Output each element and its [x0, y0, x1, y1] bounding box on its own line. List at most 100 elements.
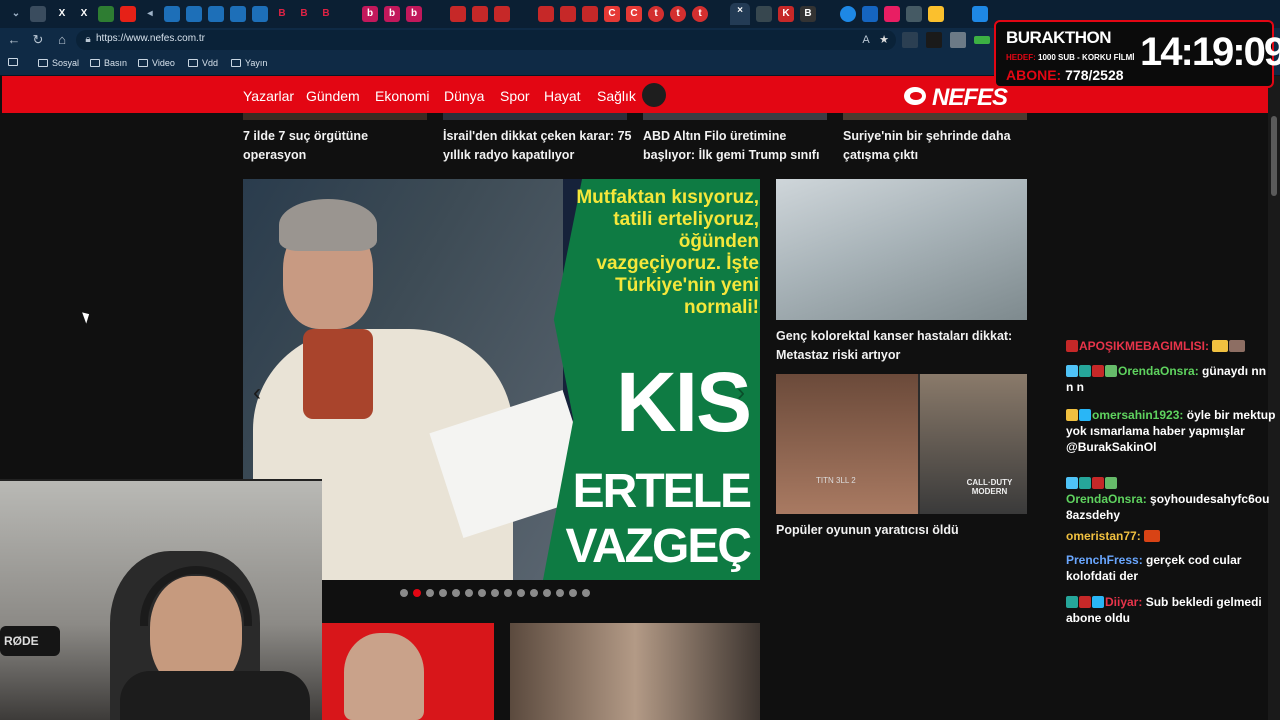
slider-dot[interactable] — [543, 589, 551, 597]
nav-ekonomi[interactable]: Ekonomi — [375, 88, 429, 104]
reading-list-icon[interactable] — [8, 58, 18, 66]
tab-favicon[interactable] — [560, 6, 576, 22]
tab-audio-icon[interactable]: ◂ — [142, 6, 158, 22]
tab-favicon[interactable] — [230, 6, 246, 22]
tab-favicon[interactable] — [450, 6, 466, 22]
headline-link[interactable]: İsrail'den dikkat çeken karar: 75 yıllık… — [443, 127, 633, 165]
tab-x-icon[interactable]: X — [54, 6, 70, 22]
news-card-title[interactable]: Popüler oyunun yaratıcısı öldü — [776, 521, 1021, 540]
tab-favicon[interactable] — [538, 6, 554, 22]
favorite-star-icon[interactable]: ★ — [876, 32, 892, 48]
slider-dot[interactable] — [465, 589, 473, 597]
slider-dot[interactable] — [569, 589, 577, 597]
extension-icon[interactable] — [950, 32, 966, 48]
slider-dot[interactable] — [530, 589, 538, 597]
headline-link[interactable]: Suriye'nin bir şehrinde daha çatışma çık… — [843, 127, 1023, 165]
slider-dot[interactable] — [413, 589, 421, 597]
bookmark-folder[interactable]: Yayın — [231, 58, 267, 68]
nav-spor[interactable]: Spor — [500, 88, 530, 104]
tab-favicon[interactable] — [884, 6, 900, 22]
slider-dot[interactable] — [439, 589, 447, 597]
tab-b-icon[interactable]: B — [296, 6, 312, 22]
tab-favicon[interactable] — [972, 6, 988, 22]
badge-icon — [1092, 596, 1104, 608]
slider-prev-icon[interactable]: ‹ — [253, 379, 261, 407]
tab-c-icon[interactable]: C — [626, 6, 642, 22]
tab-favicon[interactable] — [164, 6, 180, 22]
nav-gundem[interactable]: Gündem — [306, 88, 360, 104]
tab-favicon[interactable] — [208, 6, 224, 22]
home-icon[interactable]: ⌂ — [54, 32, 70, 48]
tab-b-icon[interactable]: b — [384, 6, 400, 22]
tab-favicon[interactable] — [30, 6, 46, 22]
read-aloud-icon[interactable]: A — [858, 32, 874, 48]
tab-favicon[interactable] — [472, 6, 488, 22]
thumb-image[interactable] — [643, 113, 827, 120]
tab-x-icon[interactable]: X — [76, 6, 92, 22]
tab-favicon[interactable] — [840, 6, 856, 22]
bookmark-folder[interactable]: Video — [138, 58, 175, 68]
nav-hayat[interactable]: Hayat — [544, 88, 581, 104]
slider-dot[interactable] — [426, 589, 434, 597]
tab-t-icon[interactable]: t — [648, 6, 664, 22]
slider-dot[interactable] — [452, 589, 460, 597]
slider-dot[interactable] — [556, 589, 564, 597]
bookmark-folder[interactable]: Sosyal — [38, 58, 79, 68]
tab-favicon[interactable] — [98, 6, 114, 22]
nav-dunya[interactable]: Dünya — [444, 88, 484, 104]
news-card-image[interactable] — [776, 179, 1027, 320]
badge-icon — [1066, 409, 1078, 421]
tab-c-icon[interactable]: C — [604, 6, 620, 22]
tab-favicon[interactable] — [252, 6, 268, 22]
tab-t-icon[interactable]: t — [692, 6, 708, 22]
thumb-image[interactable] — [243, 113, 427, 120]
lock-icon: 🔒︎ — [85, 34, 91, 45]
news-card-image[interactable] — [510, 623, 760, 720]
thumb-image[interactable] — [843, 113, 1027, 120]
tab-b-icon[interactable]: b — [362, 6, 378, 22]
tab-b-icon[interactable]: B — [274, 6, 290, 22]
menu-icon[interactable] — [642, 83, 666, 107]
tab-k-icon[interactable]: K — [778, 6, 794, 22]
tab-t-icon[interactable]: t — [670, 6, 686, 22]
tab-favicon[interactable] — [186, 6, 202, 22]
badge-icon — [1066, 477, 1078, 489]
nav-saglik[interactable]: Sağlık — [597, 88, 636, 104]
tab-favicon[interactable] — [906, 6, 922, 22]
tab-favicon[interactable] — [928, 6, 944, 22]
tab-menu-icon[interactable]: ⌄ — [8, 6, 24, 22]
thumb-image[interactable] — [443, 113, 627, 120]
tab-b-icon[interactable]: b — [406, 6, 422, 22]
back-icon[interactable]: ← — [6, 32, 22, 48]
tab-favicon[interactable] — [582, 6, 598, 22]
extension-icon[interactable] — [926, 32, 942, 48]
news-card-image[interactable] — [322, 623, 494, 720]
folder-icon — [138, 59, 148, 67]
slider-dot[interactable] — [400, 589, 408, 597]
slider-next-icon[interactable]: › — [737, 379, 745, 407]
news-card-image[interactable]: TITN 3LL 2 CALL·DUTY MODERN — [776, 374, 1027, 514]
news-card-title[interactable]: Genç kolorektal kanser hastaları dikkat:… — [776, 327, 1021, 365]
headline-link[interactable]: 7 ilde 7 suç örgütüne operasyon — [243, 127, 433, 165]
scroll-thumb[interactable] — [1271, 116, 1277, 196]
extension-icon[interactable] — [974, 36, 990, 44]
tab-youtube-icon[interactable] — [120, 6, 136, 22]
headline-link[interactable]: ABD Altın Filo üretimine başlıyor: İlk g… — [643, 127, 823, 165]
slider-dot[interactable] — [504, 589, 512, 597]
nav-yazarlar[interactable]: Yazarlar — [243, 88, 294, 104]
slider-dot[interactable] — [478, 589, 486, 597]
extension-icon[interactable] — [902, 32, 918, 48]
tab-favicon[interactable] — [756, 6, 772, 22]
url-field[interactable]: 🔒︎ https://www.nefes.com.tr A ★ — [76, 30, 896, 50]
reload-icon[interactable]: ↻ — [30, 32, 46, 48]
bookmark-folder[interactable]: Basın — [90, 58, 127, 68]
slider-dot[interactable] — [582, 589, 590, 597]
tab-b-icon[interactable]: B — [318, 6, 334, 22]
tab-close-icon[interactable]: × — [730, 3, 750, 25]
bookmark-folder[interactable]: Vdd — [188, 58, 218, 68]
slider-dot[interactable] — [491, 589, 499, 597]
tab-b-icon[interactable]: B — [800, 6, 816, 22]
tab-favicon[interactable] — [494, 6, 510, 22]
tab-favicon[interactable] — [862, 6, 878, 22]
slider-dot[interactable] — [517, 589, 525, 597]
